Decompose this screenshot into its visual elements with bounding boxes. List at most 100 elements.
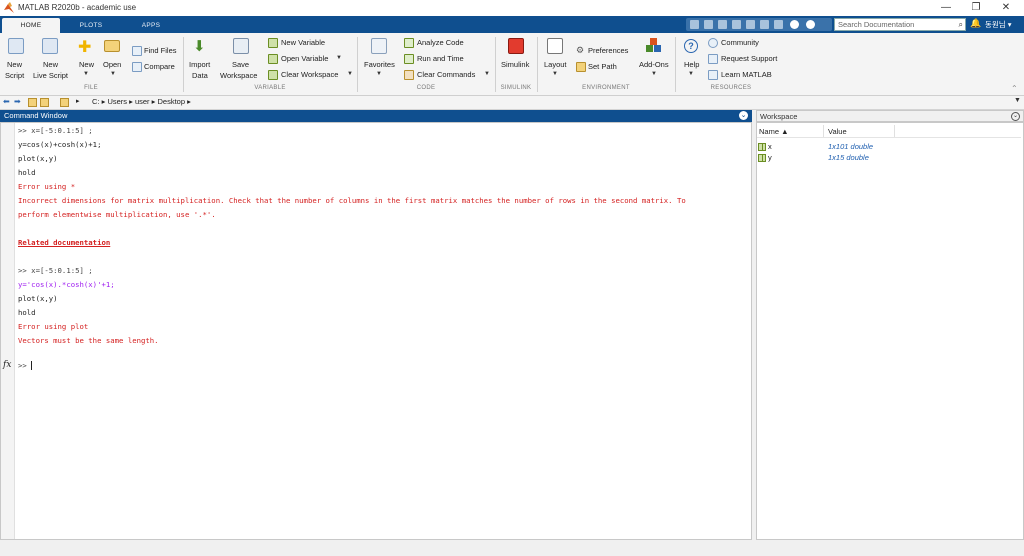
save-workspace-icon[interactable] [233,38,249,54]
up-folder-icon[interactable] [28,98,37,107]
community-icon[interactable] [708,38,718,48]
column-divider[interactable] [823,125,824,137]
clear-commands-icon[interactable] [404,70,414,80]
new-live-script-label-1[interactable]: New [43,60,58,69]
favorites-label[interactable]: Favorites [364,60,395,69]
add-ons-dropdown-icon[interactable]: ▼ [651,71,657,77]
paste-icon[interactable] [732,20,741,29]
save-workspace-label-1[interactable]: Save [232,60,249,69]
breadcrumb-user[interactable]: user [135,97,150,106]
clear-workspace-icon[interactable] [268,70,278,80]
help-question-icon[interactable]: ? [684,39,698,53]
workspace-row[interactable]: y 1x15 double [757,153,1021,164]
collapse-ribbon-icon[interactable]: ⌃ [1011,84,1018,93]
new-live-script-icon[interactable] [42,38,58,54]
help-icon[interactable] [790,20,799,29]
undo-icon[interactable] [746,20,755,29]
search-icon[interactable]: ⌕ [959,20,963,30]
community-button[interactable]: Community [721,38,759,47]
workspace-row[interactable]: x 1x101 double [757,142,1021,153]
cut-icon[interactable] [704,20,713,29]
compare-button[interactable]: Compare [144,62,175,71]
new-live-script-label-2[interactable]: Live Script [33,71,68,80]
fx-function-browser-icon[interactable]: fx [3,360,11,370]
request-support-button[interactable]: Request Support [721,54,777,63]
save-workspace-label-2[interactable]: Workspace [220,71,257,80]
browse-folder-icon[interactable] [40,98,49,107]
breadcrumb-desktop[interactable]: Desktop [158,97,186,106]
find-files-button[interactable]: Find Files [144,46,177,55]
column-divider[interactable] [894,125,895,137]
add-ons-icon[interactable] [645,38,663,56]
clear-commands-button[interactable]: Clear Commands [417,70,475,79]
new-script-label-2[interactable]: Script [5,71,24,80]
help-label[interactable]: Help [684,60,699,69]
open-variable-icon[interactable] [268,54,278,64]
layout-icon[interactable] [547,38,563,54]
clear-workspace-dropdown-icon[interactable]: ▼ [347,71,353,77]
new-variable-button[interactable]: New Variable [281,38,325,47]
new-label[interactable]: New [79,60,94,69]
layout-label[interactable]: Layout [544,60,567,69]
import-data-label-1[interactable]: Import [189,60,210,69]
layout-dropdown-icon[interactable]: ▼ [552,71,558,77]
redo-icon[interactable] [760,20,769,29]
compare-icon[interactable] [132,62,142,72]
analyze-code-icon[interactable] [404,38,414,48]
simulink-button[interactable]: Simulink [501,60,529,69]
command-window[interactable] [0,122,752,540]
run-and-time-icon[interactable] [404,54,414,64]
user-account-menu[interactable]: 동원님 ▾ [985,19,1012,30]
preferences-gear-icon[interactable]: ⚙ [576,45,584,56]
new-dropdown-icon[interactable]: ▼ [83,71,89,77]
address-dropdown-icon[interactable]: ▼ [1014,97,1021,104]
clear-commands-dropdown-icon[interactable]: ▼ [484,71,490,77]
breadcrumb-drive[interactable]: C: [92,97,100,106]
switch-windows-icon[interactable] [774,20,783,29]
search-documentation-field[interactable]: Search Documentation ⌕ [834,18,966,31]
import-data-label-2[interactable]: Data [192,71,208,80]
column-name-header[interactable]: Name ▲ [759,127,789,136]
column-value-header[interactable]: Value [828,127,847,136]
simulink-icon[interactable] [508,38,524,54]
find-files-icon[interactable] [132,46,142,56]
notification-bell-icon[interactable]: 🔔 [970,18,981,29]
close-button[interactable]: ✕ [992,1,1020,15]
learn-matlab-button[interactable]: Learn MATLAB [721,70,772,79]
analyze-code-button[interactable]: Analyze Code [417,38,464,47]
tab-apps[interactable]: APPS [122,18,180,33]
settings-icon[interactable] [806,20,815,29]
add-ons-label[interactable]: Add-Ons [639,60,669,69]
tab-home[interactable]: HOME [2,18,60,33]
import-data-icon[interactable]: ⬇ [193,37,206,55]
open-folder-icon[interactable] [104,40,120,52]
open-variable-dropdown-icon[interactable]: ▼ [336,55,342,61]
workspace-menu-icon[interactable]: ⌄ [1011,112,1020,121]
help-dropdown-icon[interactable]: ▼ [688,71,694,77]
copy-icon[interactable] [718,20,727,29]
new-script-icon[interactable] [8,38,24,54]
new-variable-icon[interactable] [268,38,278,48]
related-documentation-link[interactable]: Related documentation [18,238,110,247]
save-icon[interactable] [690,20,699,29]
panel-menu-icon[interactable]: ⌄ [739,111,748,120]
open-dropdown-icon[interactable]: ▼ [110,71,116,77]
back-arrow-icon[interactable]: ⬅ [3,97,10,106]
learn-matlab-icon[interactable] [708,70,718,80]
open-label[interactable]: Open [103,60,121,69]
minimize-button[interactable]: — [932,1,960,15]
set-path-icon[interactable] [576,62,586,72]
set-path-button[interactable]: Set Path [588,62,617,71]
new-script-label-1[interactable]: New [7,60,22,69]
request-support-icon[interactable] [708,54,718,64]
forward-arrow-icon[interactable]: ➡ [14,97,21,106]
command-prompt[interactable]: >> [18,361,37,370]
run-and-time-button[interactable]: Run and Time [417,54,464,63]
breadcrumb-users[interactable]: Users [107,97,127,106]
preferences-button[interactable]: Preferences [588,46,628,55]
tab-plots[interactable]: PLOTS [62,18,120,33]
favorites-dropdown-icon[interactable]: ▼ [376,71,382,77]
favorites-icon[interactable] [371,38,387,54]
maximize-button[interactable]: ❐ [962,1,990,15]
new-plus-icon[interactable]: ✚ [78,37,91,57]
